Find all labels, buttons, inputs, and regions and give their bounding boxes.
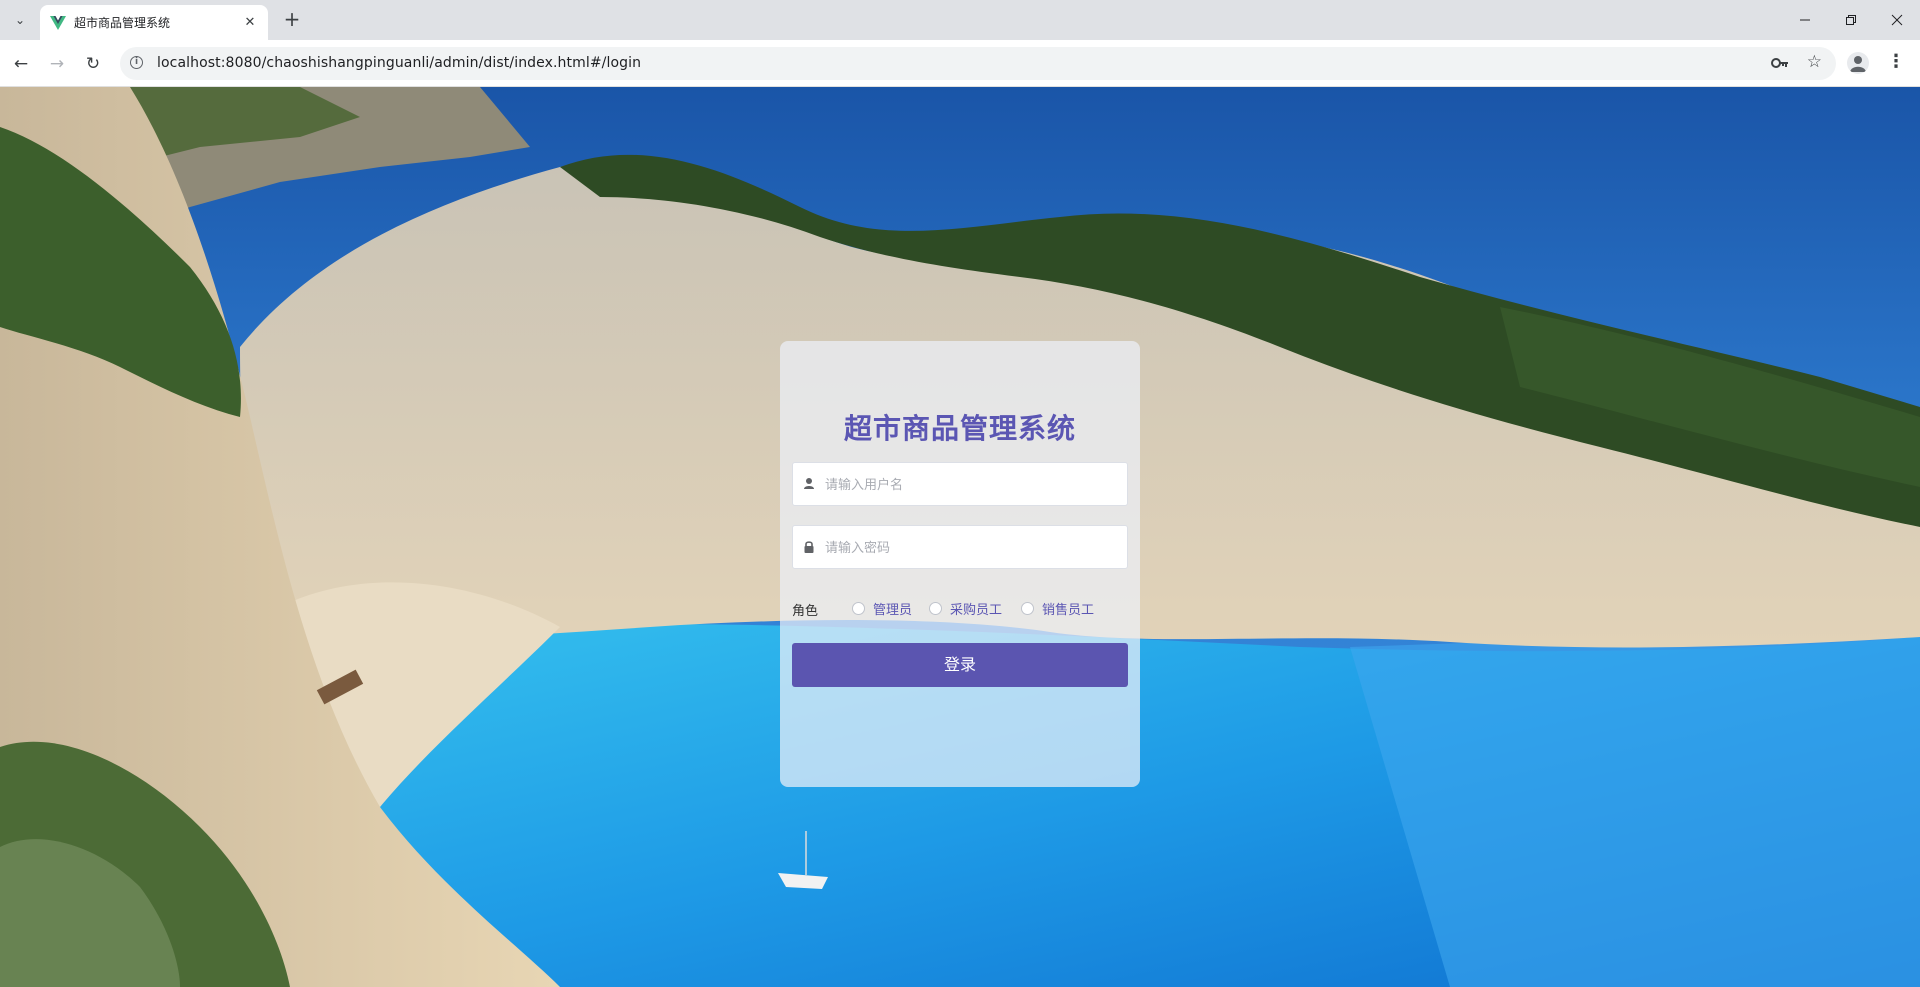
role-option-purchaser[interactable]: 采购员工: [929, 598, 1002, 618]
forward-button[interactable]: →: [43, 50, 71, 78]
role-option-admin[interactable]: 管理员: [852, 598, 912, 618]
login-button[interactable]: 登录: [792, 643, 1128, 687]
radio-button[interactable]: [929, 601, 942, 615]
login-card: 超市商品管理系统 角色 管理员 采购员工: [780, 341, 1140, 787]
reload-button[interactable]: ↻: [79, 50, 107, 78]
role-option-label[interactable]: 管理员: [873, 599, 912, 618]
url-text[interactable]: localhost:8080/chaoshishangpinguanli/adm…: [157, 55, 641, 71]
close-icon: [1891, 14, 1903, 26]
radio-button[interactable]: [1021, 601, 1034, 615]
arrow-left-icon: ←: [13, 54, 29, 74]
role-label: 角色: [792, 604, 819, 619]
close-icon[interactable]: ✕: [242, 15, 258, 30]
minimize-button[interactable]: [1782, 0, 1828, 40]
browser-tabstrip: ⌄ 超市商品管理系统 ✕ +: [0, 0, 1920, 40]
browser-toolbar: ← → ↻ i localhost:8080/chaoshishangpingu…: [0, 40, 1920, 87]
tab-title: 超市商品管理系统: [74, 16, 171, 30]
username-field[interactable]: [792, 462, 1128, 507]
role-option-sales[interactable]: 销售员工: [1021, 598, 1094, 618]
address-bar[interactable]: i localhost:8080/chaoshishangpinguanli/a…: [120, 47, 1836, 80]
chevron-down-icon: ⌄: [14, 13, 26, 27]
browser-tab-active[interactable]: 超市商品管理系统 ✕: [40, 5, 268, 40]
radio-button[interactable]: [852, 601, 865, 615]
tab-search-button[interactable]: ⌄: [8, 8, 32, 32]
new-tab-button[interactable]: +: [280, 8, 304, 32]
browser-menu-button[interactable]: ⋮: [1886, 50, 1906, 76]
minimize-icon: [1800, 19, 1810, 21]
restore-icon: [1846, 15, 1856, 25]
key-icon[interactable]: [1770, 55, 1790, 71]
vue-logo-icon: [50, 15, 66, 30]
avatar-icon: [1850, 56, 1866, 72]
lock-icon: [804, 541, 814, 553]
login-title: 超市商品管理系统: [843, 412, 1076, 445]
close-window-button[interactable]: [1874, 0, 1920, 40]
plus-icon: +: [283, 7, 301, 31]
role-selector: 角色 管理员 采购员工 销售员工: [792, 598, 1128, 619]
user-icon: [804, 478, 814, 489]
password-field[interactable]: [792, 525, 1128, 570]
star-icon[interactable]: ☆: [1807, 52, 1822, 72]
page-viewport: 超市商品管理系统 角色 管理员 采购员工: [0, 87, 1920, 987]
avatar[interactable]: [1847, 52, 1869, 74]
window-controls: [1782, 0, 1920, 40]
password-input[interactable]: [823, 526, 1123, 570]
back-button[interactable]: ←: [7, 50, 35, 78]
role-option-label[interactable]: 销售员工: [1042, 599, 1094, 618]
restore-button[interactable]: [1828, 0, 1874, 40]
arrow-right-icon: →: [49, 54, 65, 74]
username-input[interactable]: [823, 463, 1123, 507]
more-vertical-icon: ⋮: [1887, 51, 1905, 72]
info-icon[interactable]: i: [130, 56, 143, 69]
reload-icon: ↻: [85, 54, 101, 74]
role-option-label[interactable]: 采购员工: [950, 599, 1002, 618]
